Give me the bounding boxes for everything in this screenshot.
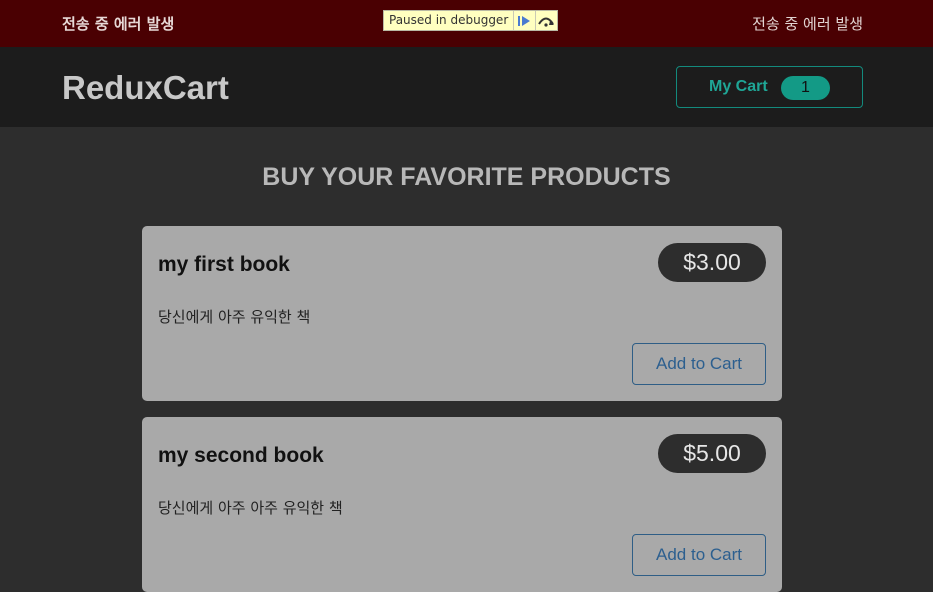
app-header: ReduxCart My Cart 1 xyxy=(0,47,933,127)
resume-icon[interactable] xyxy=(514,11,536,30)
page-title: BUY YOUR FAVORITE PRODUCTS xyxy=(262,163,671,191)
product-title: my second book xyxy=(158,444,324,467)
add-to-cart-button[interactable]: Add to Cart xyxy=(632,343,766,385)
product-title: my first book xyxy=(158,253,290,276)
debugger-label: Paused in debugger xyxy=(384,11,515,30)
cart-label: My Cart xyxy=(709,78,768,95)
product-card: my second book $5.00 당신에게 아주 아주 유익한 책 Ad… xyxy=(142,417,782,592)
my-cart-button[interactable]: My Cart 1 xyxy=(676,66,863,108)
price-badge: $5.00 xyxy=(658,434,766,473)
product-card: my first book $3.00 당신에게 아주 유익한 책 Add to… xyxy=(142,226,782,401)
cart-count-badge: 1 xyxy=(781,76,830,100)
product-description: 당신에게 아주 아주 유익한 책 xyxy=(158,499,343,517)
debugger-banner: Paused in debugger xyxy=(383,10,558,31)
notification-status: 전송 중 에러 발생 xyxy=(752,15,863,33)
step-over-icon[interactable] xyxy=(536,11,557,30)
product-description: 당신에게 아주 유익한 책 xyxy=(158,308,311,326)
notification-message: 전송 중 에러 발생 xyxy=(62,15,175,33)
price-badge: $3.00 xyxy=(658,243,766,282)
brand-logo[interactable]: ReduxCart xyxy=(62,69,229,107)
add-to-cart-button[interactable]: Add to Cart xyxy=(632,534,766,576)
